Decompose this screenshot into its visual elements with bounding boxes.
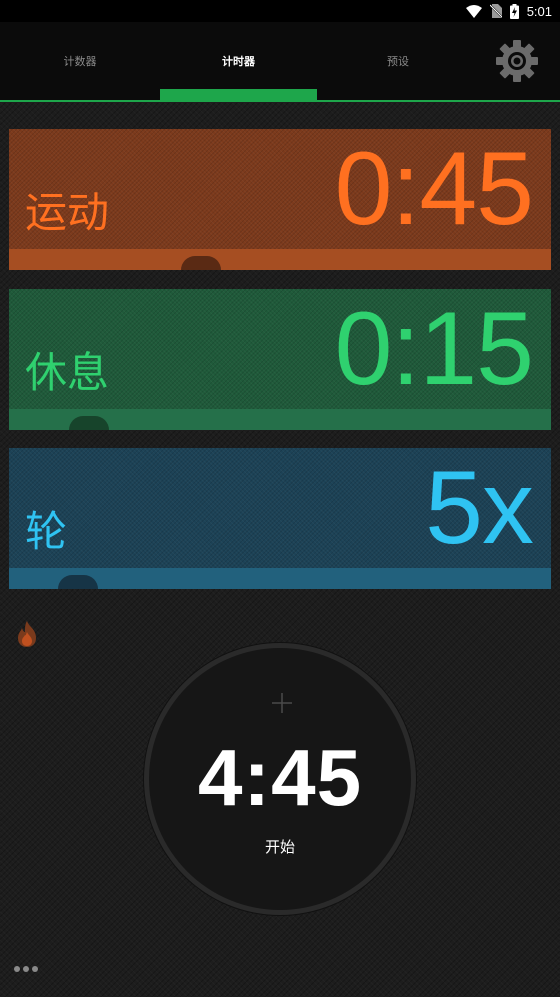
flame-button[interactable] (14, 620, 40, 648)
tab-presets-label: 预设 (387, 55, 409, 68)
start-button-face: 4:45 开始 (149, 648, 411, 910)
rest-label: 休息 (25, 348, 110, 397)
rounds-label: 轮 (25, 507, 68, 556)
start-label: 开始 (264, 838, 295, 856)
more-dots-icon (14, 966, 20, 972)
rest-card[interactable]: 0:15 休息 (9, 289, 551, 430)
battery-charging-icon (509, 3, 519, 19)
active-tab-indicator (160, 89, 317, 100)
rounds-card[interactable]: 5x 轮 (9, 448, 551, 589)
start-button[interactable]: 4:45 开始 (144, 643, 416, 915)
rest-slider-handle[interactable] (69, 416, 109, 430)
more-dots-icon (32, 966, 38, 972)
timer-screen: 5:01 计数器 计时器 预设 0:45 运动 0:15 休息 5x 轮 4:4… (0, 0, 560, 997)
status-bar: 5:01 (0, 0, 560, 22)
exercise-card[interactable]: 0:45 运动 (9, 129, 551, 270)
wifi-icon (465, 4, 482, 18)
tab-counter-label: 计数器 (63, 55, 97, 68)
exercise-label: 运动 (25, 188, 110, 237)
flame-icon (18, 621, 36, 647)
exercise-time: 0:45 (334, 131, 534, 247)
top-tab-bar: 计数器 计时器 预设 (0, 22, 560, 102)
status-icons: 5:01 (465, 0, 552, 22)
tab-timer-label: 计时器 (222, 55, 255, 68)
plus-icon[interactable] (272, 693, 292, 713)
more-dots-icon (23, 966, 29, 972)
total-time: 4:45 (197, 733, 363, 822)
rounds-slider-handle[interactable] (58, 575, 98, 589)
status-clock: 5:01 (526, 3, 552, 19)
settings-button[interactable] (494, 38, 540, 84)
tab-counter[interactable]: 计数器 (0, 22, 160, 100)
exercise-slider-handle[interactable] (181, 256, 221, 270)
exercise-progress-bar (9, 249, 551, 270)
more-options-button[interactable] (14, 962, 42, 976)
gear-icon (496, 40, 538, 82)
rounds-count: 5x (425, 450, 534, 566)
tab-presets[interactable]: 预设 (317, 22, 479, 100)
no-sim-icon (489, 4, 502, 18)
rest-time: 0:15 (334, 291, 534, 407)
